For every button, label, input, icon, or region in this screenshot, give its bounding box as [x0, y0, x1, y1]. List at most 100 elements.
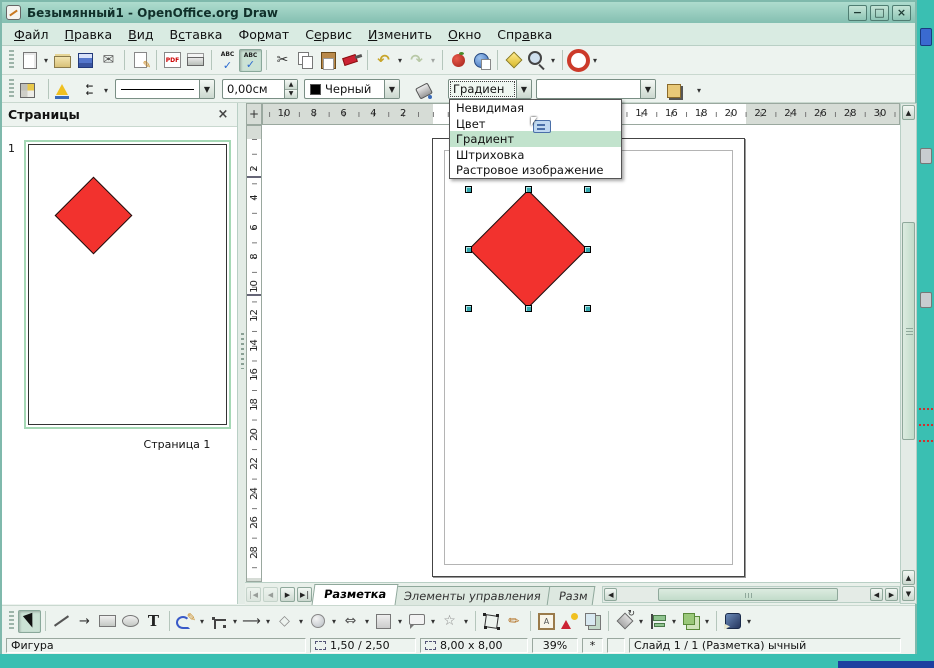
- symbol-shapes-icon[interactable]: [306, 610, 329, 633]
- gallery-icon[interactable]: [447, 49, 470, 72]
- cut-icon[interactable]: ✂: [271, 49, 294, 72]
- page-area[interactable]: [432, 138, 745, 577]
- new-document-dropdown-icon[interactable]: ▾: [41, 49, 51, 72]
- from-file-icon[interactable]: A: [535, 610, 558, 633]
- save-icon[interactable]: [74, 49, 97, 72]
- line-width-spinner[interactable]: 0,00см ▲ ▼: [222, 79, 298, 99]
- undo-icon[interactable]: ↶: [372, 49, 395, 72]
- line-style-dropdown-icon[interactable]: ▼: [199, 80, 214, 98]
- menu-item[interactable]: Окно: [440, 24, 489, 45]
- tab-nav-icon[interactable]: ◀: [263, 587, 278, 602]
- scroll-right-icon[interactable]: ▶: [885, 588, 898, 601]
- scroll-left-icon[interactable]: ◀: [604, 588, 617, 601]
- menu-item[interactable]: Файл: [6, 24, 57, 45]
- line-color-select[interactable]: Черный ▼: [304, 79, 400, 99]
- selection-handle-sw[interactable]: [465, 305, 472, 312]
- copy-icon[interactable]: [294, 49, 317, 72]
- fill-type-dropdown-icon[interactable]: ▼: [516, 80, 531, 98]
- scroll-down-icon[interactable]: ▼: [902, 586, 915, 601]
- text-icon[interactable]: T: [142, 610, 165, 633]
- connector-icon[interactable]: [207, 610, 230, 633]
- arrange-icon[interactable]: [679, 610, 702, 633]
- menu-item[interactable]: Вид: [120, 24, 161, 45]
- gallery-icon[interactable]: [558, 610, 581, 633]
- connector-dropdown-icon[interactable]: ▾: [230, 610, 240, 633]
- flowcharts-icon[interactable]: [372, 610, 395, 633]
- send-mail-icon[interactable]: ✉: [97, 49, 120, 72]
- toolbar-overflow-icon[interactable]: ▾: [590, 49, 600, 72]
- alignment-icon[interactable]: [646, 610, 669, 633]
- dropdown-item[interactable]: Растровое изображение: [450, 162, 621, 178]
- block-arrows-dropdown-icon[interactable]: ▾: [362, 610, 372, 633]
- scroll-up-icon[interactable]: ▲: [902, 570, 915, 585]
- shadow-icon[interactable]: [662, 79, 685, 102]
- curve-dropdown-icon[interactable]: ▾: [197, 610, 207, 633]
- callouts-dropdown-icon[interactable]: ▾: [428, 610, 438, 633]
- menu-item[interactable]: Формат: [230, 24, 297, 45]
- selection-handle-s[interactable]: [525, 305, 532, 312]
- toolbar-grip[interactable]: [9, 611, 14, 631]
- page-thumbnail[interactable]: [24, 140, 231, 429]
- spin-down-icon[interactable]: ▼: [285, 90, 297, 99]
- status-size[interactable]: 8,00 x 8,00: [420, 638, 528, 653]
- maximize-button[interactable]: □: [870, 5, 889, 21]
- scroll-left-icon[interactable]: ◀: [870, 588, 883, 601]
- block-arrows-icon[interactable]: ⇔: [339, 610, 362, 633]
- undo-dropdown-icon[interactable]: ▾: [395, 49, 405, 72]
- edit-file-icon[interactable]: [129, 49, 152, 72]
- scroll-up-icon[interactable]: ▲: [902, 105, 915, 120]
- menu-item[interactable]: Вставка: [161, 24, 230, 45]
- line-style-select[interactable]: ▼: [115, 79, 215, 99]
- vertical-scroll-thumb[interactable]: [902, 222, 915, 440]
- line-color-dropdown-icon[interactable]: ▼: [384, 80, 399, 98]
- zoom-icon[interactable]: [525, 49, 548, 72]
- toolbar-grip[interactable]: [9, 79, 14, 99]
- ellipse-icon[interactable]: [119, 610, 142, 633]
- layer-tab[interactable]: Разметка: [312, 584, 399, 605]
- interaction-icon[interactable]: [721, 610, 744, 633]
- close-button[interactable]: ×: [892, 5, 911, 21]
- vertical-ruler[interactable]: 246810121416182022242628: [246, 125, 262, 582]
- fontwork-icon[interactable]: ✎: [498, 605, 530, 637]
- menu-item[interactable]: Справка: [489, 24, 560, 45]
- edit-points-mode-icon[interactable]: [50, 79, 73, 102]
- horizontal-scroll-thumb[interactable]: [658, 588, 838, 601]
- tab-nav-icon[interactable]: ▶: [280, 587, 295, 602]
- fill-name-select[interactable]: ▼: [536, 79, 656, 99]
- hyperlink-icon[interactable]: [470, 49, 493, 72]
- status-zoom[interactable]: 39%: [532, 638, 578, 653]
- selection-handle-se[interactable]: [584, 305, 591, 312]
- print-icon[interactable]: [184, 49, 207, 72]
- status-position[interactable]: 1,50 / 2,50: [310, 638, 416, 653]
- status-slide-info[interactable]: Слайд 1 / 1 (Разметка) ычный: [629, 638, 901, 653]
- title-bar[interactable]: Безымянный1 - OpenOffice.org Draw − □ ×: [2, 2, 915, 23]
- flowcharts-dropdown-icon[interactable]: ▾: [395, 610, 405, 633]
- toolbar-grip[interactable]: [9, 50, 14, 70]
- fill-type-value[interactable]: Градиен: [450, 81, 515, 97]
- spin-up-icon[interactable]: ▲: [285, 80, 297, 90]
- fill-type-select[interactable]: Градиен ▼: [448, 79, 532, 99]
- auto-spellcheck-icon[interactable]: [239, 49, 262, 72]
- rotate-dropdown-icon[interactable]: ▾: [636, 610, 646, 633]
- format-paintbrush-icon[interactable]: [340, 49, 363, 72]
- line-width-value[interactable]: 0,00см: [223, 82, 284, 96]
- selection-handle-nw[interactable]: [465, 186, 472, 193]
- rotate-icon[interactable]: [613, 610, 636, 633]
- rectangle-icon[interactable]: [96, 610, 119, 633]
- stars-dropdown-icon[interactable]: ▾: [461, 610, 471, 633]
- dropdown-item[interactable]: Невидимая: [450, 100, 621, 116]
- toolbar-overflow-icon[interactable]: ▾: [744, 610, 754, 633]
- menu-item[interactable]: Изменить: [360, 24, 440, 45]
- stars-icon[interactable]: ☆: [438, 610, 461, 633]
- layer-tab[interactable]: Разм: [547, 586, 596, 605]
- redo-icon[interactable]: ↷: [405, 49, 428, 72]
- paste-icon[interactable]: [317, 49, 340, 72]
- clone-icon[interactable]: [581, 610, 604, 633]
- menu-item[interactable]: Сервис: [297, 24, 360, 45]
- dropdown-item[interactable]: Штриховка: [450, 147, 621, 163]
- dropdown-item[interactable]: Градиент: [450, 131, 621, 147]
- lines-arrows-icon[interactable]: ⟶: [240, 610, 263, 633]
- selection-handle-ne[interactable]: [584, 186, 591, 193]
- lines-arrows-dropdown-icon[interactable]: ▾: [263, 610, 273, 633]
- tab-nav-icon[interactable]: ◀: [246, 587, 261, 602]
